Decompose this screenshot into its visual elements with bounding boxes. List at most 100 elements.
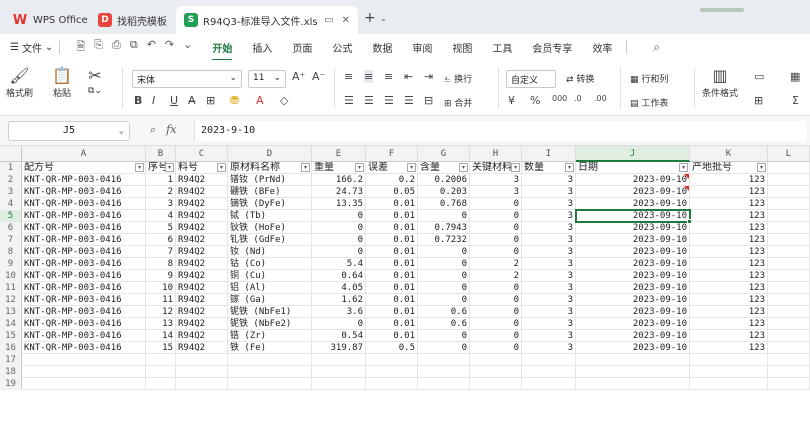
- table-cell[interactable]: [176, 354, 228, 366]
- table-cell[interactable]: KNT-QR-MP-003-0416: [22, 186, 146, 198]
- table-cell[interactable]: 3: [522, 318, 576, 330]
- table-cell[interactable]: 0: [418, 258, 470, 270]
- table-cell[interactable]: [768, 318, 810, 330]
- table-cell[interactable]: 4: [146, 210, 176, 222]
- row-header[interactable]: 9: [0, 258, 22, 270]
- menu-insert[interactable]: 插入: [252, 40, 272, 55]
- table-cell[interactable]: [418, 378, 470, 390]
- menu-data[interactable]: 数据: [372, 40, 392, 55]
- table-cell[interactable]: 0: [312, 246, 366, 258]
- filter-dropdown-icon[interactable]: ▾: [757, 163, 766, 172]
- table-cell[interactable]: 锆 (Zr): [228, 330, 312, 342]
- table-cell[interactable]: [768, 222, 810, 234]
- table-cell[interactable]: [576, 354, 690, 366]
- formula-input[interactable]: 2023-9-10: [194, 121, 806, 141]
- table-cell[interactable]: 2: [146, 186, 176, 198]
- table-cell[interactable]: 3: [522, 342, 576, 354]
- row-header[interactable]: 17: [0, 354, 22, 366]
- function-icon[interactable]: fx: [166, 123, 176, 137]
- close-tab-icon[interactable]: ✕: [342, 15, 350, 26]
- table-cell[interactable]: 3: [522, 198, 576, 210]
- table-cell[interactable]: 0.01: [366, 318, 418, 330]
- table-cell[interactable]: KNT-QR-MP-003-0416: [22, 234, 146, 246]
- table-cell[interactable]: 3: [522, 294, 576, 306]
- clear-format-icon[interactable]: ◇: [280, 94, 288, 107]
- format-painter-button[interactable]: 🖌 格式刷: [6, 66, 33, 99]
- wrap-text-button[interactable]: ⎁ 换行: [444, 72, 472, 85]
- cell-style-icon[interactable]: ▭: [754, 70, 764, 83]
- table-cell[interactable]: 0.01: [366, 198, 418, 210]
- table-cell[interactable]: 0: [418, 282, 470, 294]
- table-cell[interactable]: 2023-09-10: [576, 246, 690, 258]
- table-cell[interactable]: [22, 366, 146, 378]
- align-left-icon[interactable]: ☰: [344, 94, 354, 107]
- align-top-icon[interactable]: ≡: [344, 70, 353, 83]
- table-cell[interactable]: 14: [146, 330, 176, 342]
- table-cell[interactable]: 123: [690, 258, 768, 270]
- table-cell[interactable]: 0: [470, 306, 522, 318]
- table-cell[interactable]: [768, 330, 810, 342]
- table-cell[interactable]: 2023-09-10: [576, 222, 690, 234]
- menu-tools[interactable]: 工具: [492, 40, 512, 55]
- table-cell[interactable]: 123: [690, 210, 768, 222]
- strikethrough-icon[interactable]: A̶: [188, 94, 196, 107]
- table-cell[interactable]: KNT-QR-MP-003-0416: [22, 270, 146, 282]
- export-icon[interactable]: ⎘: [94, 38, 103, 57]
- column-header-h[interactable]: H: [470, 146, 522, 162]
- table-cell[interactable]: 3: [522, 246, 576, 258]
- table-cell[interactable]: KNT-QR-MP-003-0416: [22, 306, 146, 318]
- table-cell[interactable]: 0.01: [366, 306, 418, 318]
- table-cell[interactable]: 0: [470, 318, 522, 330]
- filter-dropdown-icon[interactable]: ▾: [565, 163, 574, 172]
- paste-button[interactable]: 📋 粘贴: [52, 66, 72, 99]
- table-cell[interactable]: [418, 354, 470, 366]
- table-cell[interactable]: [522, 366, 576, 378]
- table-cell[interactable]: KNT-QR-MP-003-0416: [22, 210, 146, 222]
- table-cell[interactable]: 123: [690, 246, 768, 258]
- font-color-icon[interactable]: A: [256, 94, 264, 107]
- window-drag-handle[interactable]: [700, 8, 744, 12]
- conditional-format-button[interactable]: ▥ 条件格式: [702, 66, 738, 99]
- align-center-icon[interactable]: ☰: [364, 94, 374, 107]
- column-header-c[interactable]: C: [176, 146, 228, 162]
- table-cell[interactable]: 硼铁 (BFe): [228, 186, 312, 198]
- table-cell[interactable]: [768, 258, 810, 270]
- table-cell[interactable]: R94Q2: [176, 258, 228, 270]
- table-cell[interactable]: 24.73: [312, 186, 366, 198]
- table-cell[interactable]: 2: [470, 258, 522, 270]
- column-title-cell[interactable]: 日期 ▾: [576, 162, 690, 174]
- table-cell[interactable]: 2023-09-10: [576, 174, 690, 186]
- decrease-decimal-icon[interactable]: .00: [594, 94, 607, 103]
- table-cell[interactable]: 镝铁 (DyFe): [228, 198, 312, 210]
- column-title-cell[interactable]: 重量 ▾: [312, 162, 366, 174]
- table-style-icon[interactable]: ▦: [790, 70, 800, 83]
- table-cell[interactable]: 0: [470, 210, 522, 222]
- outdent-icon[interactable]: ⇤: [404, 70, 413, 83]
- table-cell[interactable]: [176, 366, 228, 378]
- table-cell[interactable]: 2023-09-10: [576, 306, 690, 318]
- table-cell[interactable]: 2023-09-10: [576, 318, 690, 330]
- chevron-down-icon[interactable]: ⌄: [380, 14, 387, 23]
- table-cell[interactable]: 123: [690, 282, 768, 294]
- table-cell[interactable]: [768, 378, 810, 390]
- table-cell[interactable]: 0.01: [366, 258, 418, 270]
- sum-icon[interactable]: Σ: [792, 94, 799, 107]
- fill-handle[interactable]: [687, 219, 692, 224]
- table-cell[interactable]: 0: [418, 330, 470, 342]
- table-cell[interactable]: 0.7232: [418, 234, 470, 246]
- table-cell[interactable]: [576, 378, 690, 390]
- table-cell[interactable]: R94Q2: [176, 174, 228, 186]
- indent-icon[interactable]: ⇥: [424, 70, 433, 83]
- table-cell[interactable]: 1: [146, 174, 176, 186]
- table-cell[interactable]: 123: [690, 342, 768, 354]
- table-cell[interactable]: [690, 366, 768, 378]
- table-cell[interactable]: 0: [470, 330, 522, 342]
- column-header-e[interactable]: E: [312, 146, 366, 162]
- row-header[interactable]: 13: [0, 306, 22, 318]
- table-cell[interactable]: 166.2: [312, 174, 366, 186]
- column-title-cell[interactable]: 原材料名称 ▾: [228, 162, 312, 174]
- table-cell[interactable]: 0.5: [366, 342, 418, 354]
- table-cell[interactable]: [768, 342, 810, 354]
- column-header-j[interactable]: J: [576, 146, 690, 162]
- table-cell[interactable]: 319.87: [312, 342, 366, 354]
